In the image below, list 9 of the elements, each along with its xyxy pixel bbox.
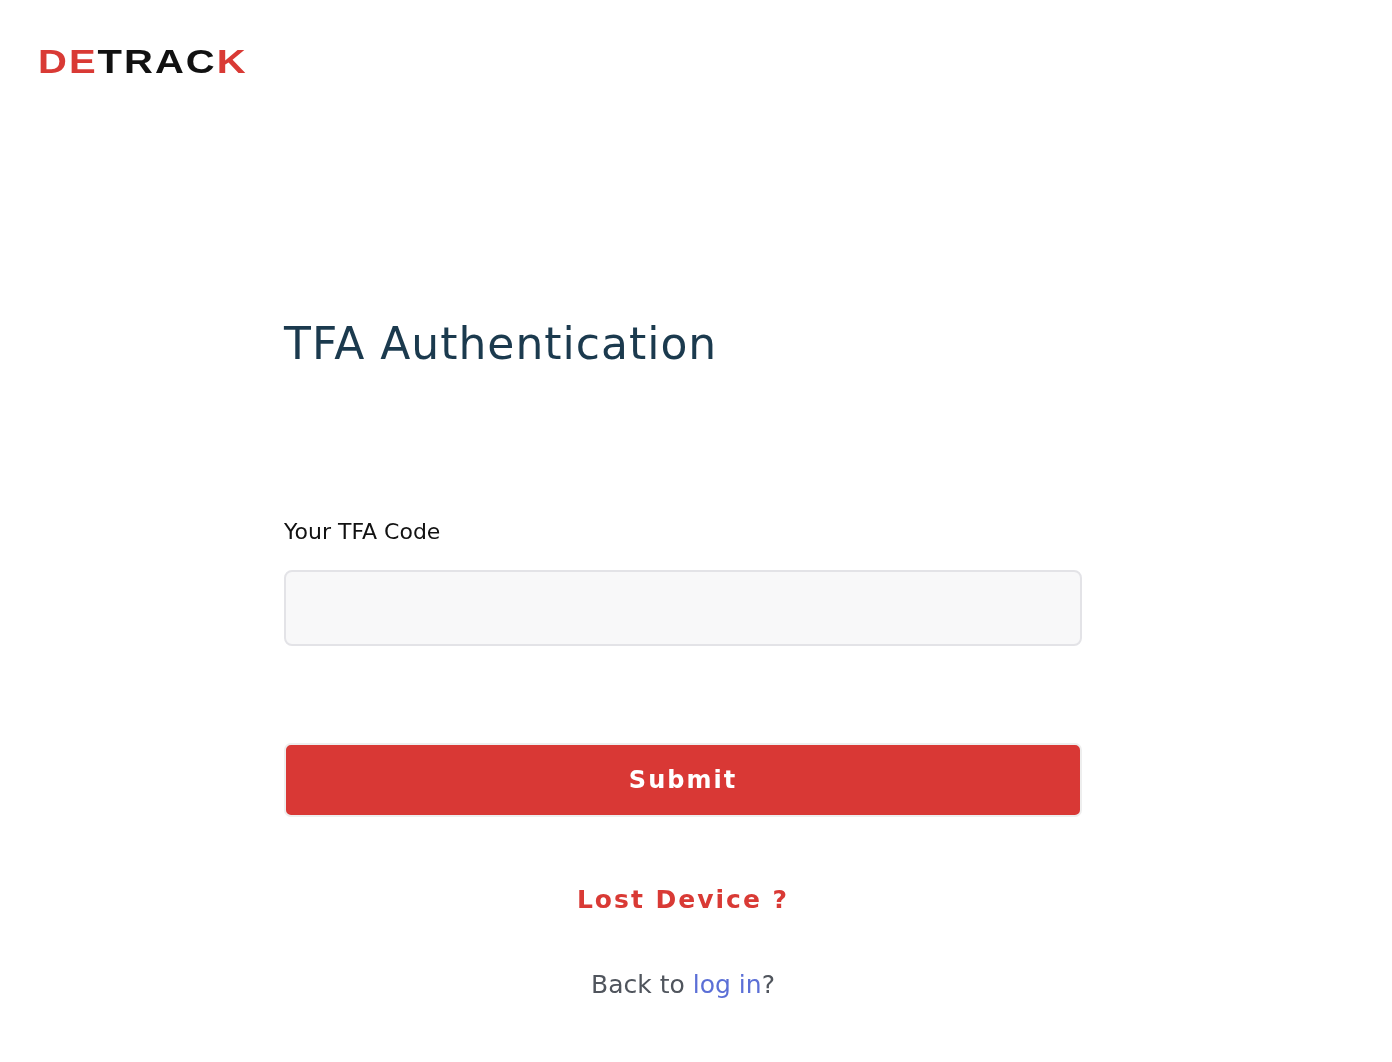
submit-button[interactable]: Submit [284, 743, 1082, 817]
page-title: TFA Authentication [284, 318, 719, 370]
question-mark: ? [761, 970, 775, 999]
back-text: Back to [591, 970, 686, 999]
logo: DETRACK [38, 43, 248, 79]
code-input-field[interactable] [284, 570, 1082, 646]
lost-device-link[interactable]: Lost Device ? [576, 885, 790, 914]
login-link[interactable]: log in [692, 970, 762, 999]
field-label: Your TFA Code [284, 518, 442, 546]
